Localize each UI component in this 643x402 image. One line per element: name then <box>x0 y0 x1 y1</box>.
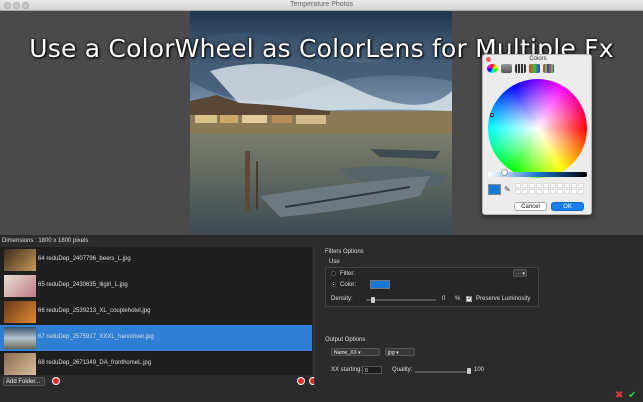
color-wheel-mode-icon[interactable] <box>487 64 498 73</box>
xx-starting-label: XX starting: <box>331 367 363 373</box>
colors-panel-title: Colors <box>529 56 547 62</box>
colors-ok-button[interactable]: OK <box>551 202 584 211</box>
saved-swatches[interactable] <box>515 183 585 195</box>
colors-mode-toolbar <box>487 64 554 74</box>
file-type-popup[interactable]: jpg ▾ <box>385 348 415 356</box>
density-value: 0 <box>442 296 446 302</box>
use-label: Use <box>329 259 340 265</box>
image-dimensions: Dimensions : 1800 x 1800 pixels <box>2 238 89 244</box>
color-radio[interactable] <box>331 282 336 287</box>
file-name: 67 reduDep_2575917_XXXL_hanoiriver.jpg <box>38 334 154 340</box>
preserve-luminosity-label: Preserve Luminosity <box>476 296 531 302</box>
quality-slider-knob[interactable] <box>467 368 471 374</box>
thumbnail-image <box>4 249 36 271</box>
color-wheel-cursor[interactable] <box>490 113 494 117</box>
window-title: Temperature Photos <box>289 1 354 8</box>
quality-label: Quality: <box>392 367 413 373</box>
file-list-item[interactable]: 65 reduDep_2430635_lilgirl_L.jpg <box>0 273 312 299</box>
file-list: 64 reduDep_2407796_beers_L.jpg 65 reduDe… <box>0 247 312 375</box>
app-window: Temperature Photos Use a ColorWheel as C… <box>0 0 643 402</box>
add-folder-popup[interactable]: Add Folder... <box>3 377 45 386</box>
brightness-slider-knob[interactable] <box>501 169 508 176</box>
current-color-swatch[interactable] <box>488 184 501 195</box>
color-wheel[interactable] <box>488 79 587 178</box>
name-format-value: Name_XX <box>334 350 357 356</box>
file-list-item-selected[interactable]: 67 reduDep_2575917_XXXL_hanoiriver.jpg <box>0 325 312 351</box>
density-unit: % <box>455 296 461 302</box>
filter-type-popup[interactable]: ⋯ ▾ <box>513 269 527 277</box>
preserve-luminosity-checkbox[interactable]: ✓ <box>466 296 472 302</box>
color-palettes-mode-icon[interactable] <box>515 64 526 73</box>
color-label: Color: <box>340 282 357 288</box>
file-list-item[interactable]: 66 reduDep_2539213_XL_couplehotel.jpg <box>0 299 312 325</box>
file-name: 64 reduDep_2407796_beers_L.jpg <box>38 256 131 262</box>
apply-check-icon[interactable]: ✔ <box>628 390 636 401</box>
image-palettes-mode-icon[interactable] <box>529 64 540 73</box>
filter-radio[interactable] <box>331 271 336 276</box>
options-panel: Filters Options Use Filter: Color: ⋯ ▾ D… <box>314 247 643 387</box>
density-slider-knob[interactable] <box>371 297 375 303</box>
file-name: 68 reduDep_2671349_DA_fronthomeL.jpg <box>38 360 152 366</box>
thumbnail-image <box>4 301 36 323</box>
thumbnail-image <box>4 327 36 349</box>
output-options-title: Output Options <box>325 337 366 343</box>
remove-folder-icon[interactable] <box>52 377 60 385</box>
color-sliders-mode-icon[interactable] <box>501 64 512 73</box>
colors-panel: Colors ✎ Cancel OK <box>482 54 592 215</box>
eyedropper-icon[interactable]: ✎ <box>504 185 511 194</box>
file-name: 66 reduDep_2539213_XL_couplehotel.jpg <box>38 308 151 314</box>
filters-options-title: Filters Options <box>325 249 364 255</box>
file-list-item[interactable]: 64 reduDep_2407796_beers_L.jpg <box>0 247 312 273</box>
thumbnail-image <box>4 353 36 375</box>
file-type-value: jpg <box>388 350 395 356</box>
crayons-mode-icon[interactable] <box>543 64 554 73</box>
filter-label: Filter: <box>340 271 355 277</box>
file-name: 65 reduDep_2430635_lilgirl_L.jpg <box>38 282 128 288</box>
xx-starting-field[interactable]: 0 <box>362 366 382 374</box>
file-list-item[interactable]: 68 reduDep_2671349_DA_fronthomeL.jpg <box>0 351 312 377</box>
quality-value: 100 <box>474 367 485 373</box>
colors-cancel-button[interactable]: Cancel <box>514 202 547 211</box>
density-slider[interactable] <box>366 299 436 301</box>
thumbnail-image <box>4 275 36 297</box>
title-bar: Temperature Photos <box>0 0 643 11</box>
color-well[interactable] <box>370 280 390 289</box>
density-label: Density: <box>331 296 353 302</box>
list-toolbar <box>0 375 312 388</box>
quality-slider[interactable] <box>415 371 471 373</box>
cancel-icon[interactable]: ✖ <box>615 390 623 401</box>
name-format-popup[interactable]: Name_XX ▾ <box>331 348 380 356</box>
remove-item-icon[interactable] <box>297 377 305 385</box>
